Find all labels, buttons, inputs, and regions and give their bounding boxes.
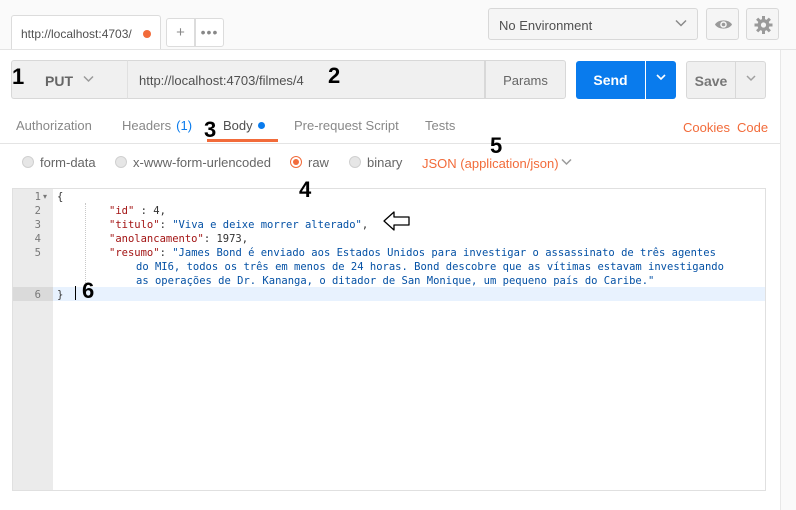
send-label: Send xyxy=(593,72,628,88)
right-panel-edge xyxy=(780,50,796,510)
radio-button xyxy=(115,156,127,168)
params-button[interactable]: Params xyxy=(485,60,566,99)
json-comma: , xyxy=(361,219,369,231)
chevron-down-icon xyxy=(745,72,757,87)
request-tabs: Authorization Headers (1) Body Pre-reques… xyxy=(0,112,796,144)
radio-button xyxy=(349,156,361,168)
chevron-down-icon xyxy=(655,71,667,86)
json-value-resumo: "James Bond é enviado aos Estados Unidos… xyxy=(172,247,716,259)
environment-select[interactable]: No Environment xyxy=(488,8,698,40)
active-tab-underline xyxy=(207,139,278,142)
json-key-resumo: "resumo" xyxy=(109,247,160,259)
text-cursor xyxy=(75,286,76,300)
url-value: http://localhost:4703/filmes/4 xyxy=(139,73,304,88)
method-label: PUT xyxy=(45,73,73,89)
left-arrow-icon xyxy=(383,211,410,231)
method-select[interactable]: PUT xyxy=(11,60,127,99)
radio-label: form-data xyxy=(40,155,96,170)
new-tab-button[interactable]: + xyxy=(166,18,195,47)
tab-headers[interactable]: Headers (1) xyxy=(122,118,192,133)
fold-arrow-icon[interactable]: ▾ xyxy=(43,192,47,201)
code-line-5-wrap-1: do MI6, todos os três em menos de 24 hor… xyxy=(136,261,724,273)
manage-environments-button[interactable] xyxy=(746,8,779,40)
json-separator: : xyxy=(159,247,173,259)
eye-icon xyxy=(715,20,732,29)
code-line-2: "id" : 4, xyxy=(109,205,166,217)
json-key-id: "id" xyxy=(109,205,135,217)
send-dropdown-button[interactable] xyxy=(646,61,676,99)
chevron-down-icon xyxy=(560,155,573,171)
more-tabs-button[interactable]: ••• xyxy=(195,18,224,47)
json-value-anolancamento: : 1973, xyxy=(203,233,249,245)
radio-label: raw xyxy=(308,155,329,170)
tab-pre-request-script[interactable]: Pre-request Script xyxy=(294,118,399,133)
request-tab[interactable]: http://localhost:4703/ xyxy=(11,15,161,49)
tab-bar: http://localhost:4703/ + ••• No Environm… xyxy=(0,0,796,50)
chevron-down-icon xyxy=(82,72,95,88)
cookies-link[interactable]: Cookies xyxy=(683,120,730,135)
brace-close: } xyxy=(57,289,64,301)
json-key-titulo: "titulo" xyxy=(109,219,160,231)
tab-authorization[interactable]: Authorization xyxy=(16,118,92,133)
radio-button xyxy=(22,156,34,168)
radio-button-selected xyxy=(290,156,302,168)
radio-label: x-www-form-urlencoded xyxy=(133,155,271,170)
line-number: 6 xyxy=(34,289,41,301)
code-line-5-wrap-2: as operações de Dr. Kananga, o ditador d… xyxy=(136,275,655,287)
annotation-2: 2 xyxy=(328,63,341,88)
headers-count-badge: (1) xyxy=(176,118,193,133)
code-line-5: "resumo": "James Bond é enviado aos Esta… xyxy=(109,247,716,259)
brace-open: { xyxy=(57,191,64,203)
line-number: 5 xyxy=(34,247,41,259)
annotation-6: 6 xyxy=(82,278,95,303)
indent-guide xyxy=(85,203,86,287)
code-link[interactable]: Code xyxy=(737,120,768,135)
tab-tests[interactable]: Tests xyxy=(425,118,455,133)
body-modified-dot-icon xyxy=(257,122,265,129)
body-editor[interactable]: 1 ▾ 2 3 4 5 6 { "id" : 4, "titulo": "Viv… xyxy=(12,188,766,491)
code-line-6: } xyxy=(57,289,63,301)
save-dropdown-button[interactable] xyxy=(736,61,766,99)
save-label: Save xyxy=(694,73,728,89)
json-separator: : xyxy=(159,219,173,231)
code-line-1: { xyxy=(57,191,63,203)
json-value-titulo: "Viva e deixe morrer alterado" xyxy=(172,219,362,231)
tab-body-label: Body xyxy=(223,118,253,133)
url-input[interactable]: http://localhost:4703/filmes/4 xyxy=(127,60,485,99)
code-line-3: "titulo": "Viva e deixe morrer alterado"… xyxy=(109,219,368,231)
annotation-3: 3 xyxy=(204,117,217,142)
json-value-id: : 4, xyxy=(134,205,166,217)
params-label: Params xyxy=(503,73,548,88)
active-line-highlight xyxy=(53,287,765,301)
annotation-1: 1 xyxy=(12,64,25,89)
unsaved-dot-icon xyxy=(143,30,151,38)
postman-window: http://localhost:4703/ + ••• No Environm… xyxy=(0,0,796,510)
tab-body[interactable]: Body xyxy=(223,118,265,133)
send-button[interactable]: Send xyxy=(576,61,645,99)
tab-headers-label: Headers xyxy=(122,118,172,133)
annotation-4: 4 xyxy=(299,177,312,202)
line-number: 4 xyxy=(34,233,41,245)
environment-quick-look-button[interactable] xyxy=(706,8,739,40)
request-tab-label: http://localhost:4703/ xyxy=(21,27,132,41)
chevron-down-icon xyxy=(674,16,688,33)
environment-label: No Environment xyxy=(499,18,593,33)
line-number: 2 xyxy=(34,205,41,217)
line-number: 3 xyxy=(34,219,41,231)
radio-label: binary xyxy=(367,155,403,170)
code-line-4: "anolancamento": 1973, xyxy=(109,233,248,245)
json-key-anolancamento: "anolancamento" xyxy=(109,233,204,245)
line-number: 1 xyxy=(34,191,41,203)
annotation-5: 5 xyxy=(490,133,503,158)
save-button[interactable]: Save xyxy=(686,61,736,99)
gear-icon xyxy=(754,16,773,34)
